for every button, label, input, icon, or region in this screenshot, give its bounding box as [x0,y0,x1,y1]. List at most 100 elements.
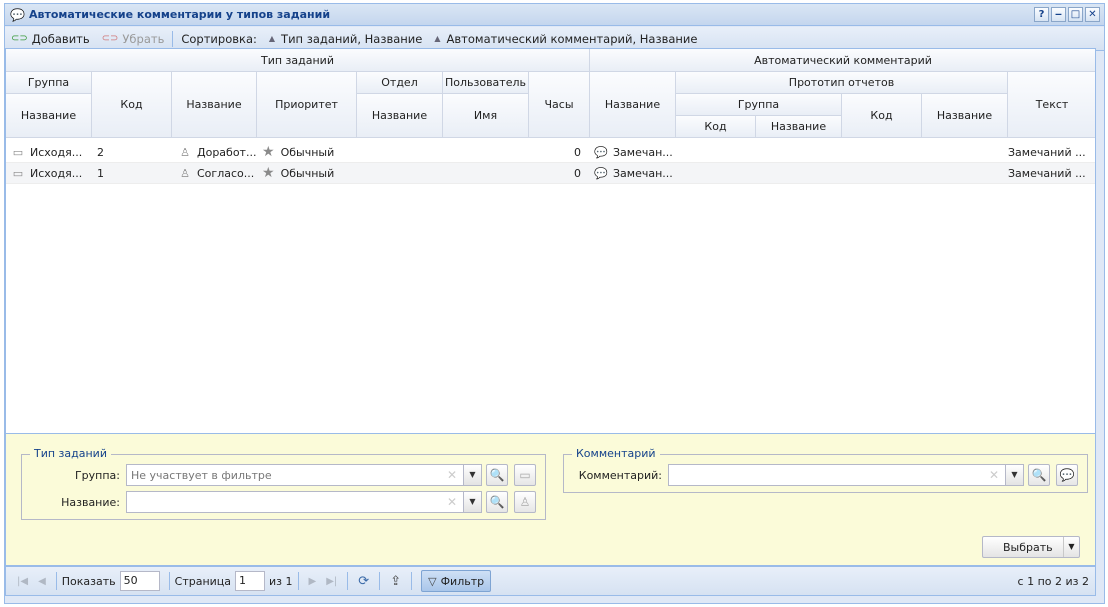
link-remove-icon: ⊂⊃ [101,33,119,44]
name-label: Название: [61,496,120,509]
link-add-icon: ⊂⊃ [11,33,28,44]
sort-item-1-label: Тип заданий, Название [281,31,423,46]
cell-comment: 💬 Замечан... [594,142,674,163]
sort-asc-icon: ▲ [268,34,276,43]
comment-search-button[interactable]: 🔍 [1028,464,1050,486]
group-placeholder: Не участвует в фильтре [131,469,272,482]
header-name[interactable]: Название [172,72,257,138]
cell-code: 2 [97,146,104,159]
chevron-down-icon[interactable]: ▼ [463,465,481,485]
comment-fieldset: Комментарий Комментарий: ✕ ▼ 🔍 💬 [563,447,1088,493]
select-button[interactable]: Выбрать ▼ [982,536,1080,558]
first-page-icon[interactable]: |◀ [17,576,28,587]
cell-text: Замечаний ... [1008,167,1086,180]
group-folder-button[interactable]: ▭ [514,464,536,486]
name-combo[interactable]: ✕ ▼ [126,491,482,513]
header-task-type[interactable]: Тип заданий [6,49,590,72]
task-type-legend: Тип заданий [30,447,111,460]
search-icon: 🔍 [1031,468,1047,482]
cell-group: ▭ Исходя... [11,142,89,163]
sort-item-1[interactable]: ▲ Тип заданий, Название [269,32,422,46]
comment-picker-button[interactable]: 💬 [1056,464,1078,486]
pager-separator [347,572,349,590]
of-label: из 1 [269,574,293,588]
cell-group-text: Исходя... [30,167,83,180]
funnel-icon: ▽ [428,574,437,588]
cell-comment-text: Замечан... [613,167,673,180]
pager-separator [55,572,57,590]
header-user-name[interactable]: Имя [443,94,529,138]
header-priority[interactable]: Приоритет [257,72,357,138]
filter-toggle-button[interactable]: ▽ Фильтр [421,570,492,592]
sort-item-2[interactable]: ▲ Автоматический комментарий, Название [434,32,697,46]
last-page-icon[interactable]: ▶| [326,576,337,587]
header-user[interactable]: Пользователь [443,72,529,94]
header-report-group-code[interactable]: Код [676,116,756,138]
group-search-button[interactable]: 🔍 [486,464,508,486]
pager-separator [297,572,299,590]
page-size-input[interactable]: 50 [119,571,160,591]
cell-hours: 0 [574,146,581,159]
header-hours[interactable]: Часы [529,72,590,138]
header-report-code[interactable]: Код [842,94,922,138]
filter-toggle-label: Фильтр [440,574,485,588]
header-group[interactable]: Группа [6,72,92,94]
minimize-button[interactable]: ‒ [1051,7,1066,22]
cell-name-text: Доработ... [197,146,256,159]
paging-summary: с 1 по 2 из 2 [1017,575,1089,588]
header-code[interactable]: Код [92,72,172,138]
header-report-name[interactable]: Название [922,94,1008,138]
clear-icon[interactable]: ✕ [447,495,457,509]
chevron-down-icon[interactable]: ▼ [463,492,481,512]
clear-icon[interactable]: ✕ [447,468,457,482]
header-report-prototype[interactable]: Прототип отчетов [676,72,1008,94]
search-icon: 🔍 [489,495,505,509]
header-department[interactable]: Отдел [357,72,443,94]
add-button[interactable]: ⊂⊃ Добавить [11,32,90,46]
group-combo[interactable]: Не участвует в фильтре ✕ ▼ [126,464,482,486]
sort-asc-icon: ▲ [434,34,441,43]
cell-comment: 💬 Замечан... [594,163,674,184]
cell-code: 1 [97,167,104,180]
select-button-label: Выбрать [1003,541,1053,554]
header-group-name[interactable]: Название [6,94,92,138]
task-type-fieldset: Тип заданий Группа: Не участвует в фильт… [21,447,546,520]
badge-icon: ♙ [519,495,531,509]
close-button[interactable]: ✕ [1085,7,1100,22]
sort-label: Сортировка: [181,31,257,46]
header-comment-name[interactable]: Название [590,72,676,138]
header-report-group-name[interactable]: Название [756,116,842,138]
search-icon: 🔍 [489,468,505,482]
remove-button[interactable]: ⊂⊃ Убрать [102,32,165,46]
pager-separator [411,572,413,590]
table-row[interactable]: ▭ Исходя... 1 ♙ Согласо... ★ Обычный 0 💬 Зам… [6,163,1095,184]
header-report-group[interactable]: Группа [676,94,842,116]
next-page-icon[interactable]: ▶ [309,576,317,587]
clear-icon[interactable]: ✕ [989,468,999,482]
data-grid: Тип заданий Автоматический комментарий Г… [5,48,1096,434]
refresh-icon[interactable]: ⟳ [358,574,369,589]
table-row[interactable]: ▭ Исходя... 2 ♙ Доработ... ★ Обычный 0 💬 Зам… [6,142,1095,163]
remove-label: Убрать [122,31,165,46]
chevron-down-icon[interactable]: ▼ [1005,465,1023,485]
page-label: Страница [174,574,232,588]
name-search-button[interactable]: 🔍 [486,491,508,513]
sort-item-2-label: Автоматический комментарий, Название [446,31,698,46]
comment-combo[interactable]: ✕ ▼ [668,464,1024,486]
page-input[interactable]: 1 [235,571,266,591]
pager-separator [168,572,170,590]
chevron-down-icon[interactable]: ▼ [1063,537,1079,557]
header-department-name[interactable]: Название [357,94,443,138]
header-auto-comment[interactable]: Автоматический комментарий [590,49,1095,72]
cell-priority: ★ Обычный [262,163,354,184]
badge-icon: ♙ [180,167,190,180]
header-text[interactable]: Текст [1008,72,1095,138]
prev-page-icon[interactable]: ◀ [38,576,46,587]
filter-panel: Тип заданий Группа: Не участвует в фильт… [5,434,1096,566]
maximize-button[interactable]: □ [1068,7,1083,22]
comment-icon: 💬 [1059,468,1075,482]
export-icon[interactable]: ⇪ [390,574,401,589]
help-button[interactable]: ? [1034,7,1049,22]
add-label: Добавить [31,31,90,46]
name-badge-button[interactable]: ♙ [514,491,536,513]
